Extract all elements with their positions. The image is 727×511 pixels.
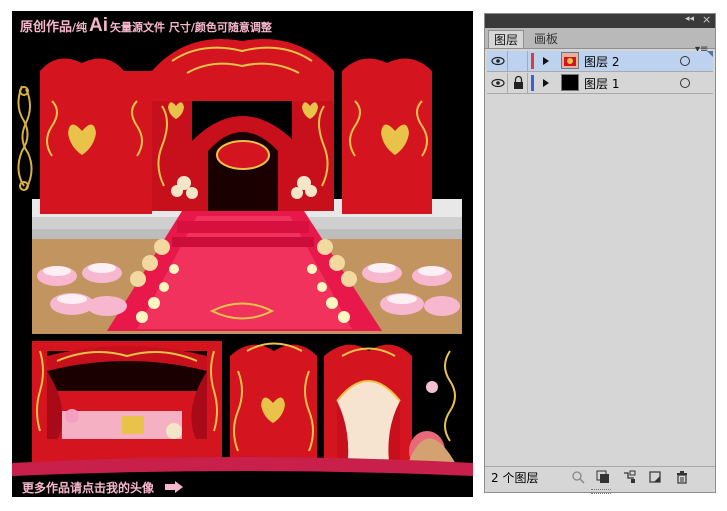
tab-layers[interactable]: 图层 — [488, 30, 525, 48]
lock-toggle[interactable] — [509, 51, 528, 71]
eye-icon — [491, 56, 505, 66]
create-sublayer-icon[interactable] — [622, 470, 636, 484]
selection-indicator — [707, 51, 713, 57]
tab-artboards[interactable]: 画板 — [529, 30, 563, 48]
visibility-toggle[interactable] — [489, 51, 508, 71]
target-circle-icon[interactable] — [680, 56, 690, 66]
locate-object-icon[interactable] — [571, 470, 585, 484]
left-ornament — [17, 85, 33, 191]
layer-count: 2 个图层 — [491, 471, 539, 485]
layer-name[interactable]: 图层 1 — [584, 75, 619, 92]
layer-thumbnail — [561, 52, 579, 69]
arrow-right-icon — [165, 481, 183, 493]
close-icon[interactable]: × — [702, 13, 711, 26]
visibility-toggle[interactable] — [489, 73, 508, 93]
layer-color-swatch — [531, 53, 534, 69]
panel-bottom-bar: 2 个图层 — [485, 466, 715, 487]
layer-color-swatch — [531, 75, 534, 91]
artwork-canvas[interactable]: 原创作品/纯 Ai 矢量源文件 尺寸/颜色可随意调整 更多作品请点击我的头像 — [12, 11, 473, 497]
layer-thumbnail — [561, 74, 579, 91]
target-circle-icon[interactable] — [680, 78, 690, 88]
new-layer-icon[interactable] — [648, 470, 662, 484]
footer-text: 更多作品请点击我的头像 — [22, 481, 155, 495]
layer-name[interactable]: 图层 2 — [584, 53, 619, 70]
layer-row-1[interactable]: 图层 1 — [487, 73, 713, 94]
delete-icon[interactable] — [675, 470, 689, 484]
expand-triangle-icon[interactable] — [543, 79, 549, 87]
double-chevron-left-icon[interactable]: ◂◂ — [685, 14, 694, 24]
eye-icon — [491, 78, 505, 88]
wedding-stage-illustration — [12, 39, 473, 476]
thumbnail-art — [564, 57, 576, 66]
lock-toggle[interactable] — [509, 73, 528, 93]
panel-title-bar: ◂◂ × — [485, 13, 715, 28]
layer-row-2[interactable]: 图层 2 — [487, 51, 713, 72]
layers-panel: ◂◂ × 图层 画板 ▾≡ 图层 2 图层 1 2 个图层 — [484, 13, 716, 494]
resize-grip[interactable] — [591, 489, 611, 494]
lock-icon — [514, 75, 523, 89]
panel-tab-bar: 图层 画板 ▾≡ — [485, 28, 715, 55]
make-clipping-mask-icon[interactable] — [596, 470, 610, 484]
expand-triangle-icon[interactable] — [543, 57, 549, 65]
